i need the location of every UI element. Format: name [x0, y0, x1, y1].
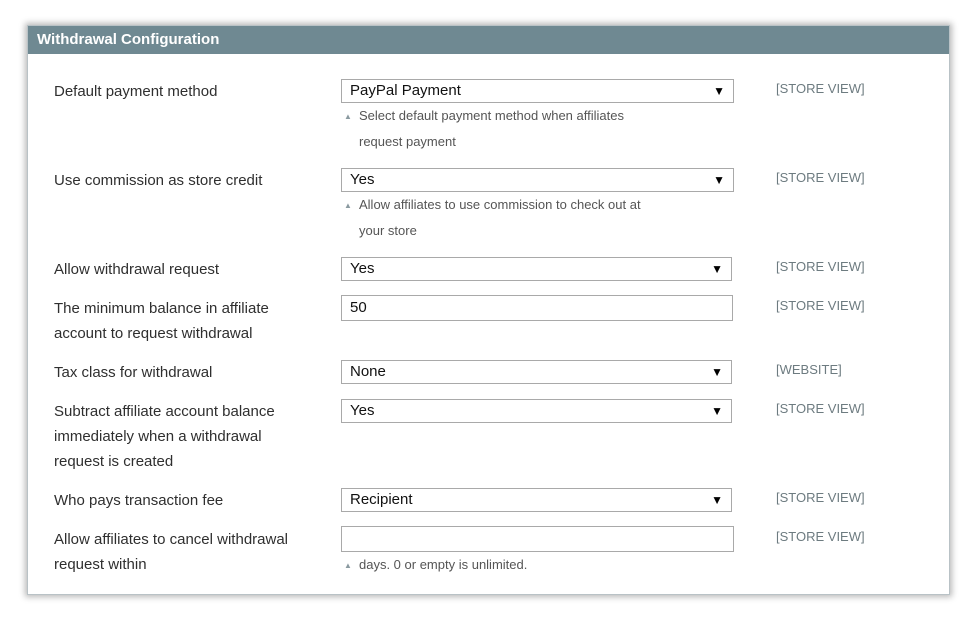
chevron-down-icon: ▼ [713, 84, 725, 98]
select-value: None [350, 363, 386, 380]
field-note: ▲ Allow affiliates to use commission to c… [344, 192, 734, 243]
use-commission-label: Use commission as store credit [54, 172, 263, 189]
minimum-balance-input[interactable]: 50 [341, 295, 733, 321]
label-line: The minimum balance in affiliate [54, 300, 269, 317]
scope-label: [STORE VIEW] [776, 401, 865, 416]
default-payment-method-select[interactable]: PayPal Payment ▼ [341, 79, 734, 103]
scope-label: [STORE VIEW] [776, 529, 865, 544]
use-commission-select[interactable]: Yes ▼ [341, 168, 734, 192]
label-line: immediately when a withdrawal [54, 428, 262, 445]
note-text: your store [359, 223, 417, 238]
transaction-fee-label: Who pays transaction fee [54, 492, 224, 509]
select-value: Recipient [350, 491, 413, 508]
label-line: account to request withdrawal [54, 325, 253, 342]
tax-class-label: Tax class for withdrawal [54, 364, 213, 381]
label-line: request within [54, 556, 147, 573]
cancel-withdrawal-days-input[interactable] [341, 526, 734, 552]
note-text: Allow affiliates to use commission to ch… [359, 197, 641, 212]
scope-label: [WEBSITE] [776, 362, 842, 377]
allow-withdrawal-select[interactable]: Yes ▼ [341, 257, 732, 281]
label-line: request is created [54, 453, 174, 470]
minimum-balance-label: The minimum balance in affiliate account… [54, 296, 324, 346]
note-triangle-icon: ▲ [344, 112, 352, 121]
field-note: ▲ days. 0 or empty is unlimited. [344, 552, 734, 578]
cancel-withdrawal-label: Allow affiliates to cancel withdrawal re… [54, 527, 324, 577]
note-text: request payment [359, 134, 456, 149]
scope-label: [STORE VIEW] [776, 170, 865, 185]
chevron-down-icon: ▼ [713, 173, 725, 187]
label-line: Allow affiliates to cancel withdrawal [54, 531, 289, 548]
transaction-fee-select[interactable]: Recipient ▼ [341, 488, 732, 512]
chevron-down-icon: ▼ [711, 365, 723, 379]
note-triangle-icon: ▲ [344, 201, 352, 210]
select-value: Yes [350, 402, 375, 419]
field-note: ▲ Select default payment method when affi… [344, 103, 734, 154]
subtract-balance-select[interactable]: Yes ▼ [341, 399, 732, 423]
scope-label: [STORE VIEW] [776, 81, 865, 96]
chevron-down-icon: ▼ [711, 404, 723, 418]
select-value: Yes [350, 260, 375, 277]
tax-class-select[interactable]: None ▼ [341, 360, 732, 384]
scope-label: [STORE VIEW] [776, 298, 865, 313]
default-payment-method-label: Default payment method [54, 83, 218, 100]
note-text: Select default payment method when affil… [359, 108, 624, 123]
allow-withdrawal-label: Allow withdrawal request [54, 261, 220, 278]
select-value: Yes [350, 171, 375, 188]
note-text: days. 0 or empty is unlimited. [359, 557, 528, 572]
chevron-down-icon: ▼ [711, 493, 723, 507]
withdrawal-configuration-panel: Withdrawal Configuration Default payment… [27, 25, 950, 595]
subtract-balance-label: Subtract affiliate account balance immed… [54, 399, 324, 474]
scope-label: [STORE VIEW] [776, 259, 865, 274]
note-triangle-icon: ▲ [344, 561, 352, 570]
scope-label: [STORE VIEW] [776, 490, 865, 505]
panel-title[interactable]: Withdrawal Configuration [28, 26, 949, 54]
label-line: Subtract affiliate account balance [54, 403, 275, 420]
chevron-down-icon: ▼ [711, 262, 723, 276]
select-value: PayPal Payment [350, 82, 461, 99]
